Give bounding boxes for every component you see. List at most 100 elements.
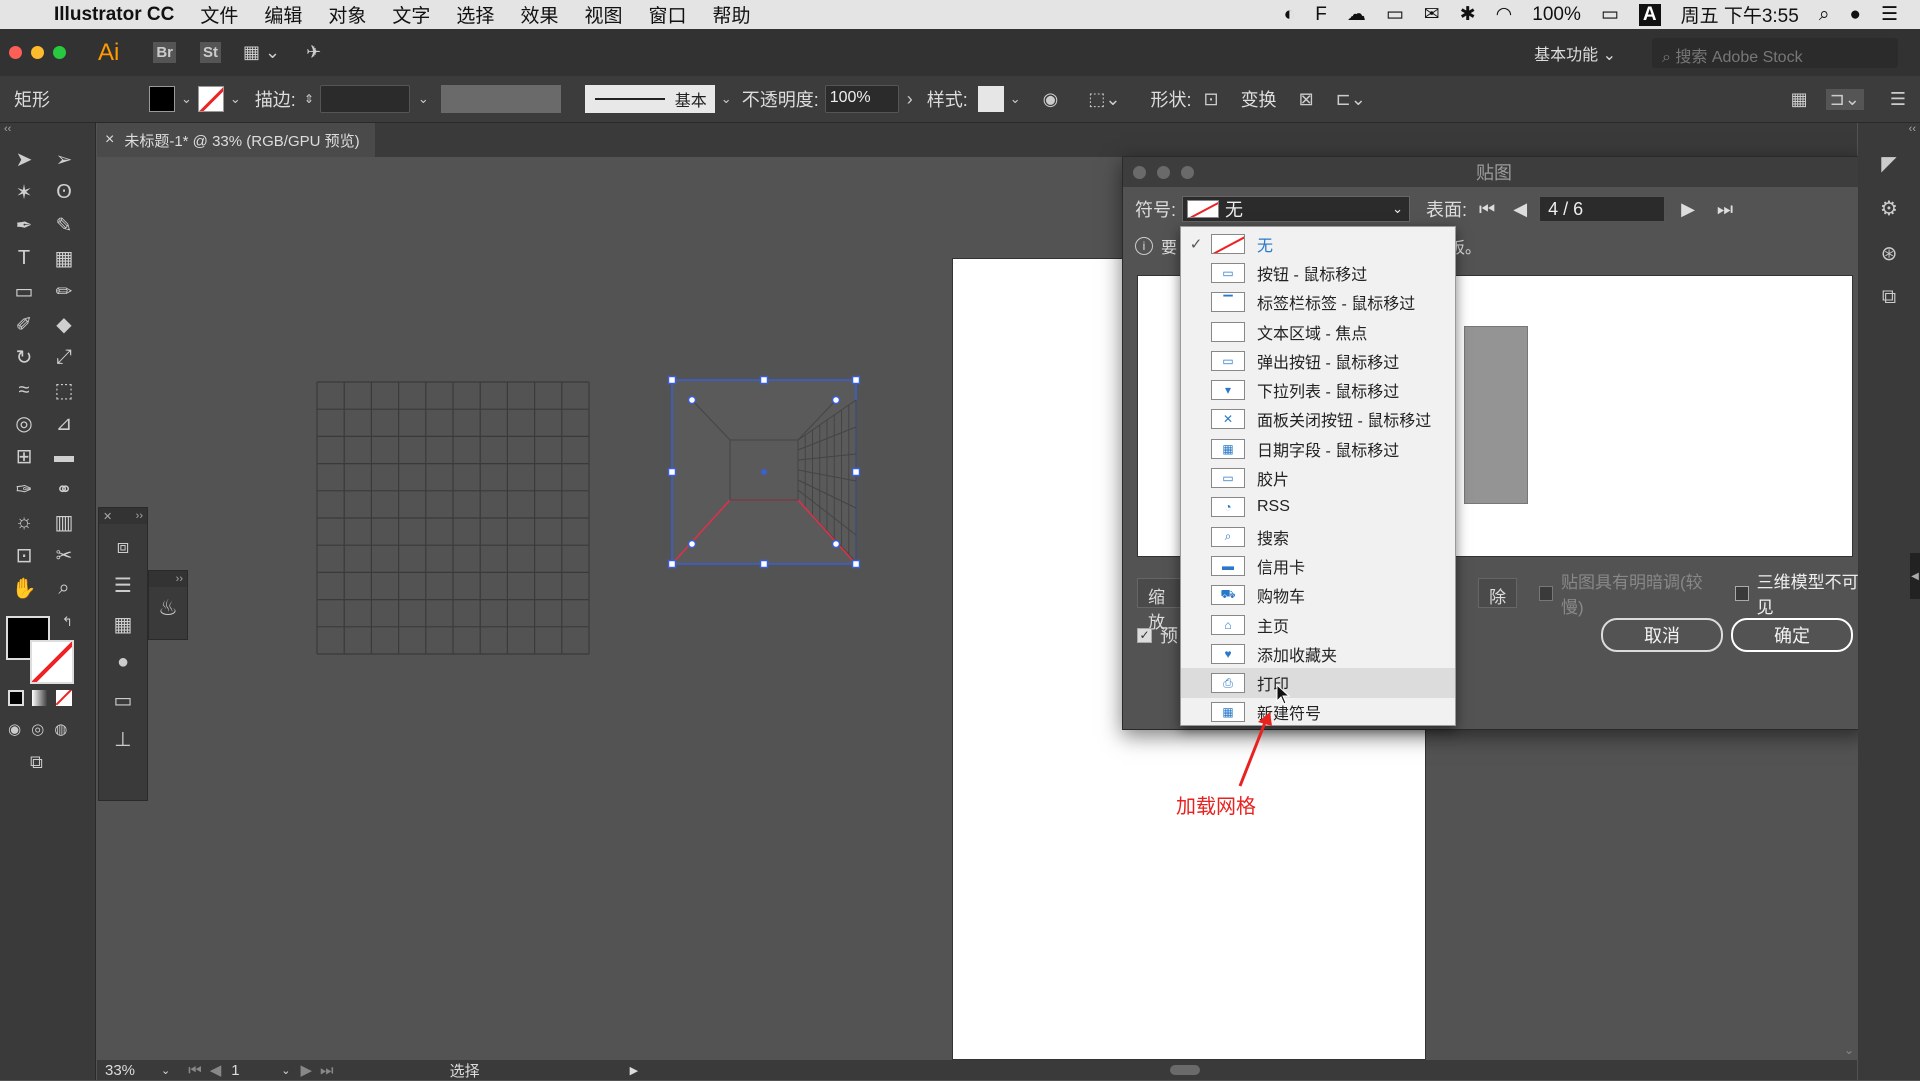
chevron-down-icon[interactable]: ⌄ bbox=[230, 91, 241, 107]
grid-view-icon[interactable]: ▦ bbox=[1791, 89, 1808, 110]
close-window-icon[interactable] bbox=[9, 46, 22, 59]
scale-tool-icon[interactable]: ⤢ bbox=[48, 341, 80, 373]
free-transform-icon[interactable]: ⬚ bbox=[48, 374, 80, 406]
f-icon[interactable]: F bbox=[1315, 4, 1327, 26]
menu-object[interactable]: 对象 bbox=[328, 1, 366, 28]
slice-tool-icon[interactable]: ✂ bbox=[48, 539, 80, 571]
preview-checkbox[interactable]: ✓ 预 bbox=[1137, 622, 1178, 648]
distribute-icon[interactable]: ⊏⌄ bbox=[1336, 89, 1366, 110]
shaper-tool-icon[interactable]: ✐ bbox=[8, 308, 40, 340]
stroke-swatch[interactable] bbox=[197, 86, 224, 112]
datetime[interactable]: 周五 下午3:55 bbox=[1681, 1, 1799, 28]
artboard-number-field[interactable]: 1 bbox=[231, 1062, 281, 1079]
shape-builder-icon[interactable]: ◎ bbox=[8, 407, 40, 439]
cancel-button[interactable]: 取消 bbox=[1601, 618, 1723, 652]
type-tool-icon[interactable]: T bbox=[8, 242, 40, 274]
eyedropper-icon[interactable]: ✑ bbox=[8, 473, 40, 505]
variable-width-field[interactable] bbox=[440, 85, 561, 113]
stroke-swatch-large[interactable] bbox=[30, 640, 74, 684]
horizontal-scrollbar[interactable] bbox=[650, 1065, 1800, 1075]
stock-search-input[interactable]: ⌕ 搜索 Adobe Stock bbox=[1652, 37, 1898, 68]
expand-icon[interactable]: ›› bbox=[136, 510, 143, 522]
arrange-docs-icon[interactable]: ▦ ⌄ bbox=[243, 42, 280, 63]
symbol-menu-item[interactable]: 文本区域 - 焦点 bbox=[1181, 317, 1455, 346]
zoom-window-icon[interactable] bbox=[1181, 166, 1194, 179]
fill-swatch[interactable] bbox=[149, 86, 175, 112]
transform-panel-icon[interactable]: ⧈ bbox=[117, 536, 130, 559]
stroke-panel-icon[interactable]: ☰ bbox=[114, 573, 132, 598]
workspace-switcher[interactable]: 基本功能 ⌄ bbox=[1534, 41, 1616, 65]
close-icon[interactable]: × bbox=[105, 131, 114, 149]
wechat-icon[interactable]: ✉ bbox=[1424, 3, 1440, 26]
menu-app-name[interactable]: Illustrator CC bbox=[54, 4, 174, 26]
notification-icon[interactable]: ☰ bbox=[1881, 3, 1898, 26]
bridge-button[interactable]: Br bbox=[153, 42, 177, 63]
symbol-sprayer-icon[interactable]: ☼ bbox=[8, 506, 40, 538]
line-segment-tool-icon[interactable]: ▦ bbox=[48, 242, 80, 274]
recolor-icon[interactable]: ◉ bbox=[1043, 89, 1059, 110]
cloud-icon[interactable]: ☁ bbox=[1347, 3, 1366, 26]
display-icon[interactable]: ▭ bbox=[1386, 3, 1404, 26]
clear-button[interactable]: 除 bbox=[1478, 578, 1518, 608]
prev-artboard-icon[interactable]: ◀ bbox=[210, 1061, 222, 1079]
gradient-mode-icon[interactable] bbox=[32, 690, 48, 706]
symbol-menu-item[interactable]: ▾ 下拉列表 - 鼠标移过 bbox=[1181, 375, 1455, 404]
gradient-tool-icon[interactable]: ▬ bbox=[48, 440, 80, 472]
anchor-point[interactable] bbox=[831, 539, 841, 549]
last-surface-icon[interactable]: ⏭ bbox=[1717, 199, 1733, 220]
menu-file[interactable]: 文件 bbox=[200, 1, 238, 28]
stroke-weight-field[interactable] bbox=[319, 85, 410, 113]
swatches-panel-icon[interactable]: ▦ bbox=[114, 612, 133, 637]
symbol-menu-item[interactable]: ▬ 信用卡 bbox=[1181, 551, 1455, 580]
chevron-right-icon[interactable]: › bbox=[907, 89, 913, 110]
mesh-tool-icon[interactable]: ⊞ bbox=[8, 440, 40, 472]
chevron-down-icon[interactable]: ⌄ bbox=[721, 91, 732, 107]
anchor-point[interactable] bbox=[687, 539, 697, 549]
align-panel-icon[interactable]: ⊥ bbox=[114, 727, 131, 752]
spotlight-icon[interactable]: ⌕ bbox=[1819, 4, 1830, 26]
perspective-grid-icon[interactable]: ⊿ bbox=[48, 407, 80, 439]
bounding-box-handle[interactable] bbox=[759, 559, 769, 569]
wifi-icon[interactable]: ◠ bbox=[1496, 3, 1513, 26]
properties-panel-icon[interactable]: ◤ bbox=[1881, 151, 1896, 176]
zoom-window-icon[interactable] bbox=[53, 46, 66, 59]
direct-selection-tool-icon[interactable]: ➢ bbox=[48, 143, 80, 175]
width-tool-icon[interactable]: ≈ bbox=[8, 374, 40, 406]
bluetooth-icon[interactable]: ✱ bbox=[1460, 3, 1476, 26]
pen-tool-icon[interactable]: ✒ bbox=[8, 209, 40, 241]
blend-tool-icon[interactable]: ⚭ bbox=[48, 473, 80, 505]
menu-type[interactable]: 文字 bbox=[392, 1, 430, 28]
eraser-icon[interactable]: ◆ bbox=[48, 308, 80, 340]
ok-button[interactable]: 确定 bbox=[1731, 618, 1853, 652]
chevron-down-icon[interactable]: ⌄ bbox=[1010, 91, 1021, 107]
symbol-menu-item[interactable]: ⌕ 搜索 bbox=[1181, 522, 1455, 551]
scroll-down-icon[interactable]: ⌄ bbox=[1844, 1043, 1854, 1057]
color-guide-icon[interactable]: ♨ bbox=[149, 587, 187, 621]
minimize-window-icon[interactable] bbox=[31, 46, 44, 59]
align-icon[interactable]: ⬚⌄ bbox=[1088, 89, 1120, 110]
curvature-tool-icon[interactable]: ✎ bbox=[48, 209, 80, 241]
flat-grid[interactable] bbox=[316, 381, 590, 655]
prev-surface-icon[interactable]: ◀ bbox=[1513, 199, 1527, 220]
artboard-tool-icon[interactable]: ⊡ bbox=[8, 539, 40, 571]
symbol-select[interactable]: 无 ⌄ bbox=[1182, 196, 1411, 222]
stroke-stepper[interactable]: ⇕ bbox=[304, 92, 314, 106]
paintbrush-icon[interactable]: ✏ bbox=[48, 275, 80, 307]
fill-stroke-swatches[interactable]: ↰ bbox=[6, 614, 95, 686]
symbol-menu-item[interactable]: ▦ 新建符号 bbox=[1181, 698, 1455, 727]
rectangle-tool-icon[interactable]: ▭ bbox=[8, 275, 40, 307]
zoom-field[interactable]: 33% bbox=[105, 1062, 161, 1079]
isolate-icon[interactable]: ⊠ bbox=[1299, 89, 1314, 110]
color-mode-icon[interactable] bbox=[8, 690, 24, 706]
draw-inside-icon[interactable]: ◍ bbox=[54, 720, 67, 738]
document-tab[interactable]: × 未标题-1* @ 33% (RGB/GPU 预览) bbox=[97, 123, 375, 157]
swap-icon[interactable]: ↰ bbox=[62, 614, 73, 630]
lasso-icon[interactable]: ʘ bbox=[48, 176, 80, 208]
expand-icon[interactable]: ›› bbox=[176, 573, 183, 585]
selection-tool-icon[interactable]: ➤ bbox=[8, 143, 40, 175]
surface-field[interactable]: 4 / 6 bbox=[1539, 196, 1666, 222]
bounding-box-handle[interactable] bbox=[667, 559, 677, 569]
hand-tool-icon[interactable]: ✋ bbox=[8, 572, 40, 604]
zoom-tool-icon[interactable]: ⌕ bbox=[48, 572, 80, 604]
bounding-box-handle[interactable] bbox=[851, 467, 861, 477]
